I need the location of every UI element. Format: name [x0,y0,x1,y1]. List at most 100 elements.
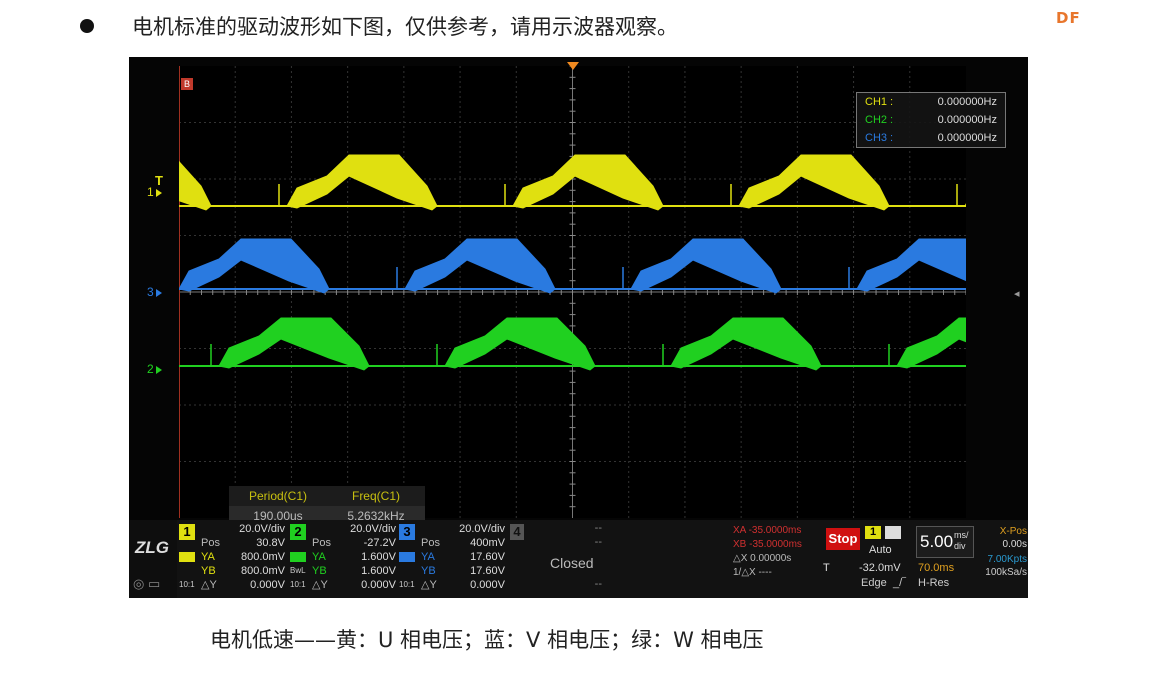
xpos-value: 0.00s [1002,539,1027,550]
zlg-logo-icon: ZLG [135,538,169,557]
oscilloscope-screenshot: CH1 : 0.000000Hz CH2 : 0.000000Hz CH3 : … [129,57,1028,598]
trigger-mode: Auto [869,544,892,556]
cursor-dx: △X 0.00000s [733,553,792,564]
ch2-settings[interactable]: 2 20.0V/div Pos -27.2V YA 1.600V BwL YB 1.60… [290,522,398,596]
rising-edge-icon: _/‾ [893,577,906,589]
ch3-arrow-icon [155,288,162,297]
ch2-scale: 20.0V/div [350,523,396,535]
ch2-yb-value: 1.600V [361,565,396,577]
ch2-dy-label: △Y [312,579,328,591]
ch1-dc-icon [179,552,195,562]
ch2-marker-label: 2 [147,362,154,376]
sample-rate: 100kSa/s [985,567,1027,578]
timebase-value: 5.00 [920,532,954,551]
ch1-probe: 10:1 [179,580,195,589]
ch1-settings[interactable]: 1 20.0V/div Pos 30.8V YA 800.0mV YB 800.0mV… [179,522,287,596]
freq-ch2-label: CH2 : [865,114,894,126]
brand-area: ZLG ◎ ▭ [129,520,177,598]
ch2-pos-value: -27.2V [363,537,396,549]
trigger-coupling-icon [885,526,901,539]
timebase-settings[interactable]: 5.00 ms/ div 70.0ms H-Res [916,526,974,592]
freq-ch3-value: 0.000000Hz [937,132,997,144]
ch2-offset-marker[interactable]: 2 [147,362,162,376]
ch3-marker-label: 3 [147,285,154,299]
instruction-text: 电机标准的驱动波形如下图，仅供参考，请用示波器观察。 [132,15,678,39]
ch3-pos-label: Pos [421,537,440,549]
trigger-position-icon[interactable] [567,62,579,70]
waveform-display: CH1 : 0.000000Hz CH2 : 0.000000Hz CH3 : … [179,66,1006,527]
ch1-dy-value: 0.000V [250,579,285,591]
freq-ch1-value: 0.000000Hz [937,96,997,108]
side-panel-toggle-icon[interactable]: ◂ [1014,287,1020,300]
trigger-level-tag: T [823,562,830,574]
ch3-dy-label: △Y [421,579,437,591]
freq-ch1-label: CH1 : [865,96,894,108]
freq-ch2-value: 0.000000Hz [937,114,997,126]
ch3-yb-label: YB [421,565,436,577]
ch1-marker-label: 1 [147,185,154,199]
waveforms [179,154,966,371]
acq-mode: H-Res [918,577,950,589]
frequency-counter-box: CH1 : 0.000000Hz CH2 : 0.000000Hz CH3 : … [856,92,1006,148]
ch2-arrow-icon [155,365,162,374]
freq-row-ch1: CH1 : 0.000000Hz [857,93,1005,111]
ch4-settings[interactable]: 4 -- -- -- Closed [510,522,610,596]
ch2-yb-label: YB [312,565,327,577]
status-bar: ZLG ◎ ▭ 1 20.0V/div Pos 30.8V YA 800.0mV Y… [129,520,1028,598]
ch2-pos-label: Pos [312,537,331,549]
figure-caption: 电机低速——黄：U 相电压；蓝：V 相电压；绿：W 相电压 [210,628,764,652]
ch2-ya-value: 1.600V [361,551,396,563]
ch3-dc-icon [399,552,415,562]
ch4-pos: -- [594,536,602,548]
meas-period-label: Period(C1) [248,489,308,503]
ch1-offset-marker[interactable]: T 1 [147,173,163,199]
ch1-ya-label: YA [201,551,215,563]
ch3-scale: 20.0V/div [459,523,505,535]
ch1-pos-label: Pos [201,537,220,549]
horizontal-position[interactable]: X-Pos 0.00s 7.00Kpts 100kSa/s [975,526,1027,592]
ch3-probe: 10:1 [399,580,415,589]
freq-row-ch3: CH3 : 0.000000Hz [857,129,1005,147]
ch3-ya-label: YA [421,551,435,563]
ch3-ya-value: 17.60V [470,551,505,563]
trigger-level-label: T [155,173,163,188]
ch1-yb-label: YB [201,565,216,577]
ch1-ya-value: 800.0mV [240,551,285,563]
ch4-number: 4 [510,524,524,540]
df-logo: DF [1056,9,1081,27]
cursor-xa: XA -35.0000ms [733,525,802,536]
freq-ch3-label: CH3 : [865,132,894,144]
ch2-probe: 10:1 [290,580,306,589]
touch-lock-icon[interactable]: ◎ ▭ [133,576,160,592]
freq-row-ch2: CH2 : 0.000000Hz [857,111,1005,129]
ch1-dy-label: △Y [201,579,217,591]
ch1-pos-value: 30.8V [256,537,285,549]
ch3-yb-value: 17.60V [470,565,505,577]
ch1-arrow-icon [155,188,162,197]
trigger-source: 1 [865,526,881,539]
ch4-dy: -- [594,578,602,590]
xpos-label: X-Pos [999,526,1027,537]
cursor-readout[interactable]: XA -35.0000ms XB -35.0000ms △X 0.00000s … [733,524,825,580]
trigger-settings[interactable]: 1 Auto T -32.0mV Edge _/‾ [823,524,913,594]
bullet-icon [80,19,94,33]
trigger-type: Edge [861,577,887,589]
ch3-pos-value: 400mV [470,537,505,549]
marker-b[interactable]: B [181,78,193,90]
cursor-inv-dx: 1/△X ---- [733,567,772,578]
cursor-xb: XB -35.0000ms [733,539,802,550]
ch4-closed-status: Closed [550,555,594,571]
ch2-ya-label: YA [312,551,326,563]
ch1-yb-value: 800.0mV [240,565,285,577]
ch4-scale: -- [594,522,602,534]
run-stop-button[interactable]: Stop [826,528,860,550]
timebase-unit-bottom: div [954,541,966,551]
timebase-unit-top: ms/ [954,530,969,540]
memory-depth: 7.00Kpts [987,554,1027,565]
instruction-line: 电机标准的驱动波形如下图，仅供参考，请用示波器观察。 [80,6,678,46]
ch3-settings[interactable]: 3 20.0V/div Pos 400mV YA 17.60V YB 17.60V 1… [399,522,507,596]
ch2-bw-limit: BwL [290,566,306,575]
trigger-level-value: -32.0mV [859,562,901,574]
ch2-dy-value: 0.000V [361,579,396,591]
ch3-offset-marker[interactable]: 3 [147,285,162,299]
